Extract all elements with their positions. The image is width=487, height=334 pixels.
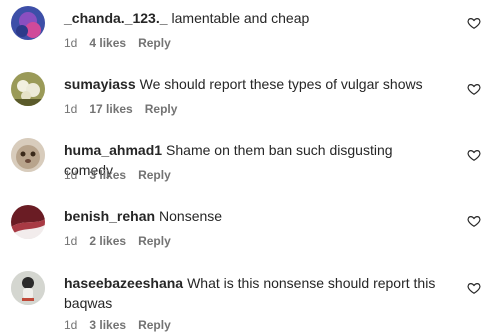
reply-button[interactable]: Reply — [145, 102, 178, 116]
comment-meta: 1d 4 likes Reply — [64, 35, 183, 51]
comment-likes[interactable]: 4 likes — [89, 36, 126, 50]
comment-username[interactable]: haseebazeeshana — [64, 275, 183, 291]
comment-text: We should report these types of vulgar s… — [139, 76, 423, 92]
comment-time: 1d — [64, 168, 78, 182]
avatar[interactable] — [11, 205, 45, 239]
comment-meta: 1d 17 likes Reply — [64, 101, 189, 117]
heart-outline-icon[interactable] — [467, 148, 481, 162]
reply-button[interactable]: Reply — [138, 168, 171, 182]
comment-text-line: _chanda._123._ lamentable and cheap — [64, 8, 444, 28]
comment-username[interactable]: _chanda._123._ — [64, 10, 168, 26]
comment-username[interactable]: huma_ahmad1 — [64, 142, 162, 158]
heart-outline-icon[interactable] — [467, 214, 481, 228]
comment-meta: 1d 3 likes Reply — [64, 167, 183, 183]
comment-meta: 1d 2 likes Reply — [64, 233, 183, 249]
heart-outline-icon[interactable] — [467, 16, 481, 30]
comment-text-line: haseebazeeshana What is this nonsense sho… — [64, 273, 444, 313]
comment-text-line: benish_rehan Nonsense — [64, 206, 444, 226]
comment-username[interactable]: benish_rehan — [64, 208, 155, 224]
avatar[interactable] — [11, 6, 45, 40]
comment-text: lamentable and cheap — [171, 10, 310, 26]
comment-likes[interactable]: 17 likes — [89, 102, 132, 116]
reply-button[interactable]: Reply — [138, 36, 171, 50]
reply-button[interactable]: Reply — [138, 234, 171, 248]
heart-outline-icon[interactable] — [467, 281, 481, 295]
comment-likes[interactable]: 2 likes — [89, 234, 126, 248]
comment-time: 1d — [64, 36, 78, 50]
avatar[interactable] — [11, 138, 45, 172]
comment-meta: 1d 3 likes Reply — [64, 317, 183, 333]
heart-outline-icon[interactable] — [467, 82, 481, 96]
comment-username[interactable]: sumayiass — [64, 76, 136, 92]
comment-time: 1d — [64, 318, 78, 332]
comment-time: 1d — [64, 234, 78, 248]
avatar[interactable] — [11, 271, 45, 305]
comment-text-line: sumayiass We should report these types of… — [64, 74, 444, 94]
avatar[interactable] — [11, 72, 45, 106]
comment-likes[interactable]: 3 likes — [89, 168, 126, 182]
comment-time: 1d — [64, 102, 78, 116]
comment-likes[interactable]: 3 likes — [89, 318, 126, 332]
comment-text: Nonsense — [159, 208, 223, 224]
reply-button[interactable]: Reply — [138, 318, 171, 332]
